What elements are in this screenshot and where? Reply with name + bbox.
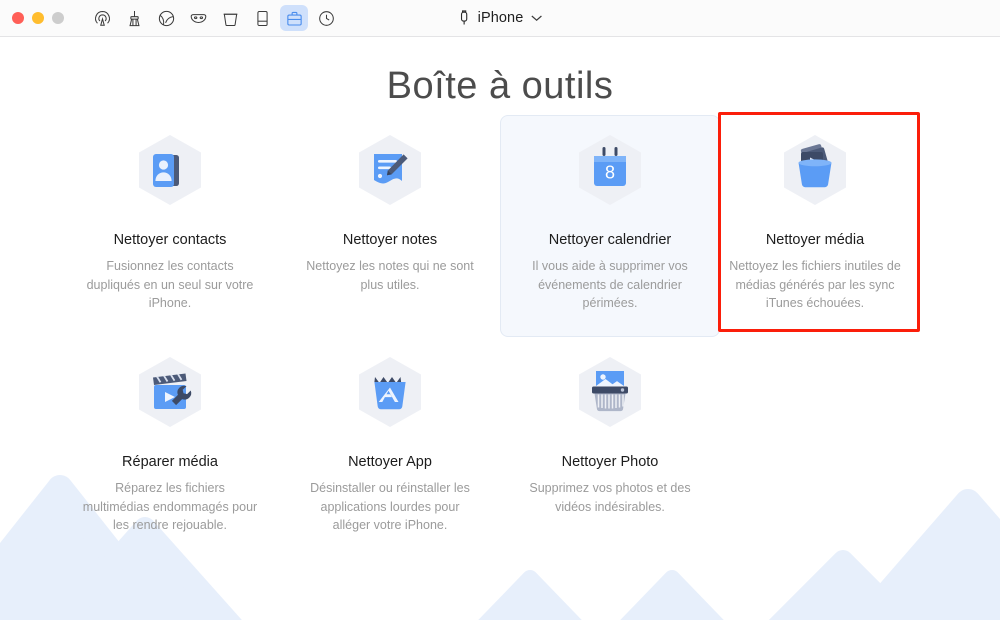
tool-tile-nettoyer-calendrier[interactable]: 8 Nettoyer calendrier Il vous aide à sup… — [500, 115, 720, 337]
mask-icon-button[interactable] — [184, 5, 212, 31]
history-clock-icon — [318, 10, 334, 26]
broom-icon-button[interactable] — [120, 5, 148, 31]
device-icon — [256, 10, 268, 26]
tool-title: Nettoyer App — [348, 454, 432, 470]
tools-grid: Nettoyer contacts Fusionnez les contacts… — [60, 112, 940, 559]
tool-description: Désinstaller ou réinstaller les applicat… — [310, 481, 470, 532]
tool-title: Réparer média — [122, 454, 218, 470]
broom-icon — [128, 10, 140, 26]
tool-description: Il vous aide à supprimer vos événements … — [532, 259, 688, 310]
airdrop-icon-button[interactable] — [88, 5, 116, 31]
tool-tile-nettoyer-notes[interactable]: Nettoyer notes Nettoyez les notes qui ne… — [280, 115, 500, 337]
clapperboard-wrench-icon — [139, 357, 201, 427]
minimize-button[interactable] — [32, 12, 44, 24]
tool-description: Fusionnez les contacts dupliqués en un s… — [86, 259, 254, 310]
main-content: Boîte à outils Nettoyer contacts Fusionn… — [0, 37, 1000, 620]
toolbox-icon — [286, 11, 302, 26]
globe-icon-button[interactable] — [152, 5, 180, 31]
device-name: iPhone — [477, 10, 524, 26]
mask-icon — [190, 13, 206, 23]
chevron-down-icon — [531, 15, 542, 21]
tool-title: Nettoyer contacts — [113, 232, 227, 248]
globe-icon — [158, 10, 174, 26]
zoom-button[interactable] — [52, 12, 64, 24]
history-clock-icon-button[interactable] — [312, 5, 340, 31]
tool-tile-nettoyer-media[interactable]: Nettoyer média Nettoyez les fichiers inu… — [718, 112, 920, 337]
tool-title: Nettoyer Photo — [561, 454, 659, 470]
svg-text:8: 8 — [605, 163, 615, 183]
bucket-icon-button[interactable] — [216, 5, 244, 31]
toolbox-icon-button[interactable] — [280, 5, 308, 31]
close-button[interactable] — [12, 12, 24, 24]
title-bar: iPhone — [0, 0, 1000, 37]
tool-title: Nettoyer média — [765, 232, 865, 248]
device-icon-button[interactable] — [248, 5, 276, 31]
tool-tile-reparer-media[interactable]: Réparer média Réparez les fichiers multi… — [60, 337, 280, 559]
tool-tile-nettoyer-photo[interactable]: Nettoyer Photo Supprimez vos photos et d… — [500, 337, 720, 559]
tool-description: Supprimez vos photos et des vidéos indés… — [529, 481, 691, 514]
tool-description: Réparez les fichiers multimédias endomma… — [82, 481, 258, 532]
tool-title: Nettoyer calendrier — [548, 232, 672, 248]
contacts-card-icon — [139, 135, 201, 205]
window-controls — [12, 12, 64, 24]
device-selector[interactable]: iPhone — [458, 9, 543, 27]
tool-tile-nettoyer-contacts[interactable]: Nettoyer contacts Fusionnez les contacts… — [60, 115, 280, 337]
tool-description: Nettoyez les notes qui ne sont plus util… — [306, 259, 474, 292]
lightning-connector-icon — [460, 9, 468, 24]
tool-tile-nettoyer-app[interactable]: Nettoyer App Désinstaller ou réinstaller… — [280, 337, 500, 559]
tool-description: Nettoyez les fichiers inutiles de médias… — [729, 259, 901, 310]
app-bucket-icon — [359, 357, 421, 427]
airdrop-icon — [94, 10, 110, 26]
photo-shredder-icon — [579, 357, 641, 427]
notes-pencil-icon — [359, 135, 421, 205]
calendar-8-icon: 8 — [579, 135, 641, 205]
tool-title: Nettoyer notes — [342, 232, 438, 248]
page-title: Boîte à outils — [386, 65, 614, 107]
bucket-icon — [223, 13, 237, 26]
media-bucket-icon — [784, 135, 846, 205]
toolbar — [88, 5, 340, 31]
app-window: iPhone Boîte à outils Nettoyer contacts … — [0, 0, 1000, 620]
